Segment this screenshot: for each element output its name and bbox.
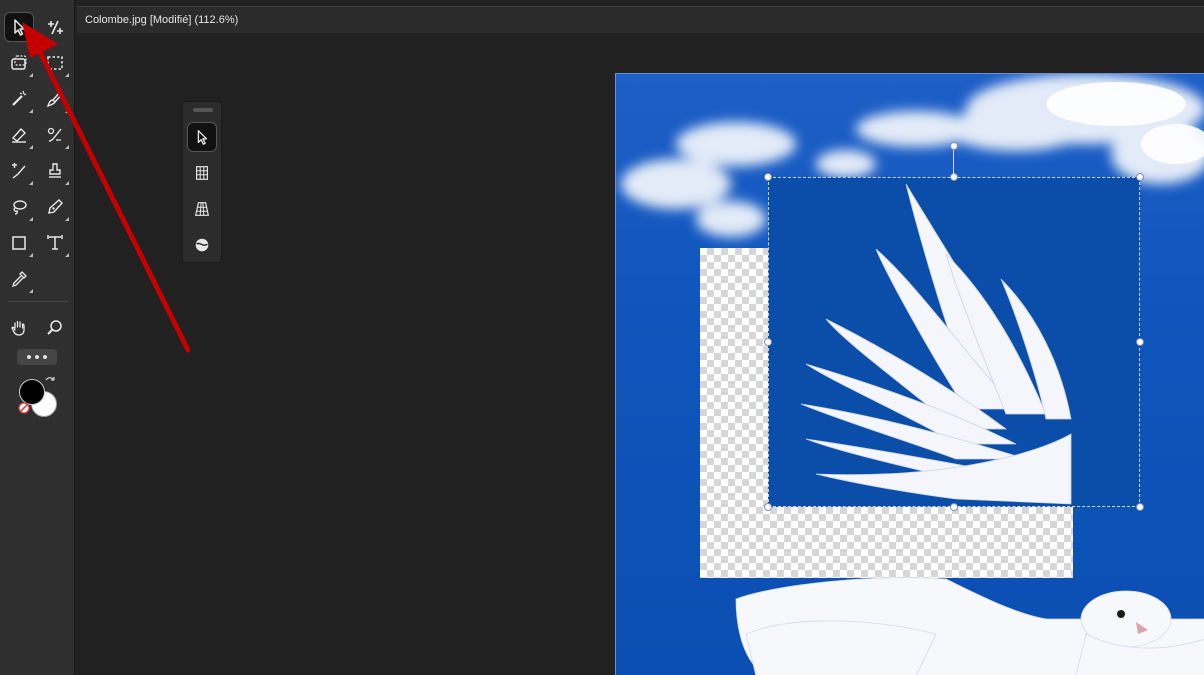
toolbar-divider [8,301,68,302]
eraser-icon [11,127,26,143]
puppet-warp-icon [195,238,209,252]
brush-icon [46,90,63,108]
panel-drag-handle[interactable] [193,108,213,112]
rotate-handle[interactable] [950,142,958,150]
cursor-arrow-icon [14,19,25,36]
rectangle-icon [12,236,26,250]
marquee-icon [47,56,63,70]
brush-tool[interactable] [40,84,70,114]
tools-panel [0,0,75,675]
plus-slash-icon [48,20,63,35]
pen-tool[interactable] [40,192,70,222]
transform-handle-bottom[interactable] [950,503,958,511]
perspective-warp-tool[interactable] [187,194,217,224]
rectangle-tool[interactable] [4,228,34,258]
layer-select-icon [11,55,27,70]
magic-wand-icon [12,90,27,106]
pen-nib-icon [48,199,63,214]
healing-brush-tool[interactable] [40,120,70,150]
transform-handle-left[interactable] [764,338,772,346]
magic-wand-tool[interactable] [4,84,34,114]
lasso-icon [13,200,27,215]
transform-handle-bottom-left[interactable] [764,503,772,511]
layer-selection-tool[interactable] [4,48,34,78]
rotate-handle-stem [953,150,954,174]
dove-illustration [735,183,1204,675]
transform-handle-top-left[interactable] [764,173,772,181]
puppet-warp-tool[interactable] [187,230,217,260]
transform-handle-top[interactable] [950,173,958,181]
hand-icon [11,320,25,336]
grid-icon [196,166,208,180]
hand-tool[interactable] [4,313,34,343]
clone-stamp-tool[interactable] [40,156,70,186]
transform-tools-panel [182,101,222,263]
remove-brush-icon [12,163,26,179]
eraser-tool[interactable] [4,120,34,150]
document-tab[interactable]: Colombe.jpg [Modifié] (112.6%) [77,6,1204,33]
transform-handle-bottom-right[interactable] [1136,503,1144,511]
warp-grid-tool[interactable] [187,158,217,188]
crop-text-icon [47,235,63,250]
rectangular-marquee-tool[interactable] [40,48,70,78]
healing-icon [47,127,62,142]
transform-handle-right[interactable] [1136,338,1144,346]
stamp-icon [49,163,61,178]
transform-handle-top-right[interactable] [1136,173,1144,181]
move-tool[interactable] [4,12,34,42]
add-tool[interactable] [40,12,70,42]
eyedropper-icon [11,271,27,288]
lasso-tool[interactable] [4,192,34,222]
zoom-tool[interactable] [40,313,70,343]
crop-tool[interactable] [40,228,70,258]
image-canvas[interactable] [615,73,1204,675]
perspective-grid-icon [194,202,210,216]
transform-select-tool[interactable] [187,122,217,152]
default-colors-icon[interactable] [18,402,30,414]
magnifier-icon [47,320,62,335]
more-tools-button[interactable] [17,349,57,365]
swap-colors-icon[interactable] [44,376,56,388]
cursor-arrow-icon [197,130,208,145]
eyedropper-tool[interactable] [4,264,34,294]
document-title: Colombe.jpg [Modifié] (112.6%) [85,14,239,26]
remove-tool[interactable] [4,156,34,186]
